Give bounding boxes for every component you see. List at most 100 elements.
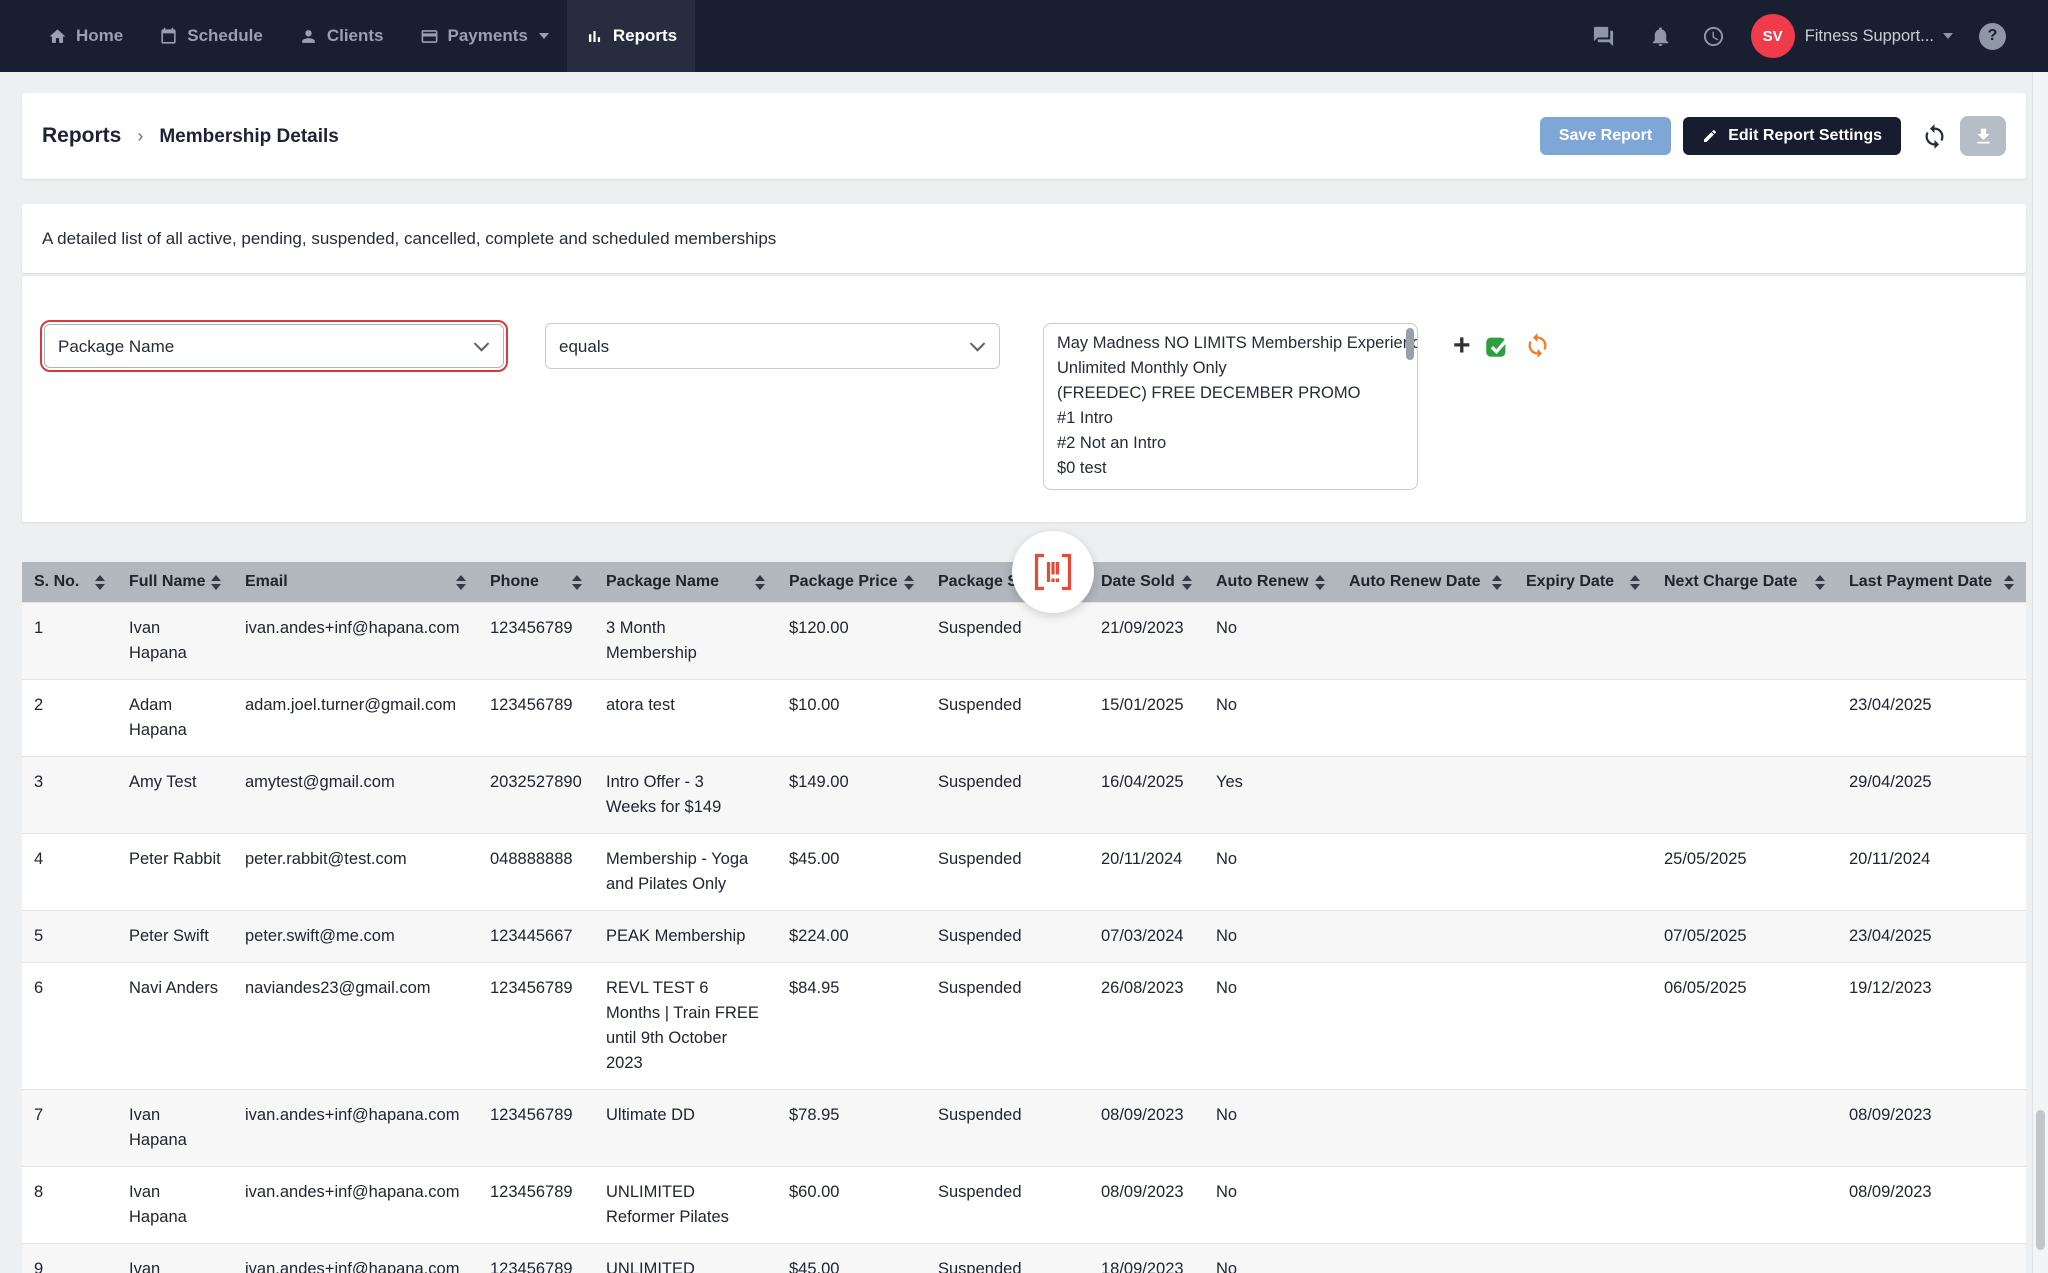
cell-auto_renew_date [1337, 911, 1514, 963]
sort-icon[interactable] [1315, 575, 1325, 590]
cell-date_sold: 26/08/2023 [1089, 963, 1204, 1090]
sort-icon[interactable] [755, 575, 765, 590]
apply-filter-check-icon[interactable] [1484, 332, 1511, 359]
sort-icon[interactable] [572, 575, 582, 590]
table-row: 2Adam Hapanaadam.joel.turner@gmail.com12… [22, 680, 2026, 757]
column-header-expiry_date[interactable]: Expiry Date [1514, 562, 1652, 603]
bar-chart-icon [585, 27, 604, 46]
table-row: 5Peter Swiftpeter.swift@me.com123445667P… [22, 911, 2026, 963]
cell-next_charge_date [1652, 1090, 1837, 1167]
cell-auto_renew_date [1337, 1167, 1514, 1244]
column-header-phone[interactable]: Phone [478, 562, 594, 603]
cell-expiry_date [1514, 963, 1652, 1090]
column-label: Expiry Date [1526, 573, 1614, 591]
sort-icon[interactable] [456, 575, 466, 590]
cell-auto_renew: No [1204, 1167, 1337, 1244]
breadcrumb: Reports › Membership Details [42, 124, 339, 148]
page-scrollbar[interactable] [2032, 72, 2048, 1273]
column-header-email[interactable]: Email [233, 562, 478, 603]
column-header-sno[interactable]: S. No. [22, 562, 117, 603]
cell-auto_renew_date [1337, 834, 1514, 911]
cell-price: $224.00 [777, 911, 926, 963]
chevron-down-icon [539, 33, 549, 39]
cell-next_charge_date [1652, 1167, 1837, 1244]
cell-email: ivan.andes+inf@hapana.com [233, 1244, 478, 1273]
column-header-date_sold[interactable]: Date Sold [1089, 562, 1204, 603]
sort-icon[interactable] [95, 575, 105, 590]
package-option[interactable]: May Madness NO LIMITS Membership Experie… [1044, 331, 1417, 356]
cell-name: Ivan Hapana [117, 1167, 233, 1244]
column-header-auto_renew_date[interactable]: Auto Renew Date [1337, 562, 1514, 603]
column-label: Last Payment Date [1849, 573, 1992, 591]
nav-item-reports[interactable]: Reports [567, 0, 695, 72]
sort-icon[interactable] [1815, 575, 1825, 590]
sort-icon[interactable] [1182, 575, 1192, 590]
filter-operator-select[interactable]: equals [545, 323, 1000, 369]
cell-status: Suspended [926, 911, 1089, 963]
package-option[interactable]: (FREEDEC) FREE DECEMBER PROMO [1044, 381, 1417, 406]
table-row: 4Peter Rabbitpeter.rabbit@test.com048888… [22, 834, 2026, 911]
package-options-listbox[interactable]: May Madness NO LIMITS Membership Experie… [1043, 323, 1418, 490]
nav-item-clients[interactable]: Clients [281, 0, 402, 72]
column-header-package[interactable]: Package Name [594, 562, 777, 603]
refresh-report-icon[interactable] [1921, 123, 1948, 150]
cell-auto_renew: No [1204, 911, 1337, 963]
cell-next_charge_date [1652, 757, 1837, 834]
cell-next_charge_date [1652, 603, 1837, 680]
cell-next_charge_date: 25/05/2025 [1652, 834, 1837, 911]
nav-item-label: Payments [448, 26, 528, 46]
cell-next_charge_date [1652, 1244, 1837, 1273]
nav-item-home[interactable]: Home [30, 0, 141, 72]
cell-price: $45.00 [777, 1244, 926, 1273]
pencil-icon [1702, 128, 1718, 144]
column-header-auto_renew[interactable]: Auto Renew [1204, 562, 1337, 603]
cell-date_sold: 08/09/2023 [1089, 1167, 1204, 1244]
edit-report-settings-button[interactable]: Edit Report Settings [1683, 117, 1901, 155]
cell-name: Adam Hapana [117, 680, 233, 757]
calendar-icon [159, 27, 178, 46]
package-option[interactable]: $0 test [1044, 456, 1417, 481]
sort-icon[interactable] [1630, 575, 1640, 590]
cell-email: ivan.andes+inf@hapana.com [233, 1167, 478, 1244]
cell-phone: 048888888 [478, 834, 594, 911]
cell-phone: 123456789 [478, 603, 594, 680]
reset-filter-refresh-icon[interactable] [1524, 332, 1551, 359]
listbox-scrollbar[interactable] [1406, 328, 1414, 360]
add-filter-icon[interactable]: + [1453, 333, 1471, 359]
cell-last_payment_date: 20/11/2024 [1837, 834, 2026, 911]
clock-icon[interactable] [1702, 25, 1725, 48]
column-header-price[interactable]: Package Price [777, 562, 926, 603]
page-scrollbar-thumb[interactable] [2036, 1110, 2045, 1250]
save-report-button[interactable]: Save Report [1540, 117, 1671, 155]
cell-sno: 4 [22, 834, 117, 911]
filter-field-select[interactable]: Package Name [44, 324, 504, 368]
cell-price: $10.00 [777, 680, 926, 757]
chat-icon[interactable] [1592, 25, 1615, 48]
user-avatar[interactable]: SV [1751, 14, 1795, 58]
user-menu-name[interactable]: Fitness Support... [1805, 27, 1934, 46]
column-label: Package Price [789, 573, 898, 591]
column-header-name[interactable]: Full Name [117, 562, 233, 603]
cell-email: ivan.andes+inf@hapana.com [233, 603, 478, 680]
column-header-last_payment_date[interactable]: Last Payment Date [1837, 562, 2026, 603]
sort-icon[interactable] [2004, 575, 2014, 590]
package-option[interactable]: #2 Not an Intro [1044, 431, 1417, 456]
download-report-button[interactable] [1960, 116, 2006, 156]
page-title: Membership Details [159, 126, 339, 148]
sort-icon[interactable] [1492, 575, 1502, 590]
bell-icon[interactable] [1649, 25, 1672, 48]
nav-item-schedule[interactable]: Schedule [141, 0, 281, 72]
cell-sno: 3 [22, 757, 117, 834]
cell-auto_renew: No [1204, 1244, 1337, 1273]
sort-icon[interactable] [904, 575, 914, 590]
cell-name: Peter Rabbit [117, 834, 233, 911]
nav-item-payments[interactable]: Payments [402, 0, 567, 72]
package-option[interactable]: Unlimited Monthly Only [1044, 356, 1417, 381]
cell-phone: 123456789 [478, 1090, 594, 1167]
sort-icon[interactable] [211, 575, 221, 590]
package-option[interactable]: #1 Intro [1044, 406, 1417, 431]
help-icon[interactable]: ? [1979, 23, 2006, 50]
cell-package: 3 Month Membership [594, 603, 777, 680]
column-header-next_charge_date[interactable]: Next Charge Date [1652, 562, 1837, 603]
breadcrumb-reports-link[interactable]: Reports [42, 124, 121, 148]
